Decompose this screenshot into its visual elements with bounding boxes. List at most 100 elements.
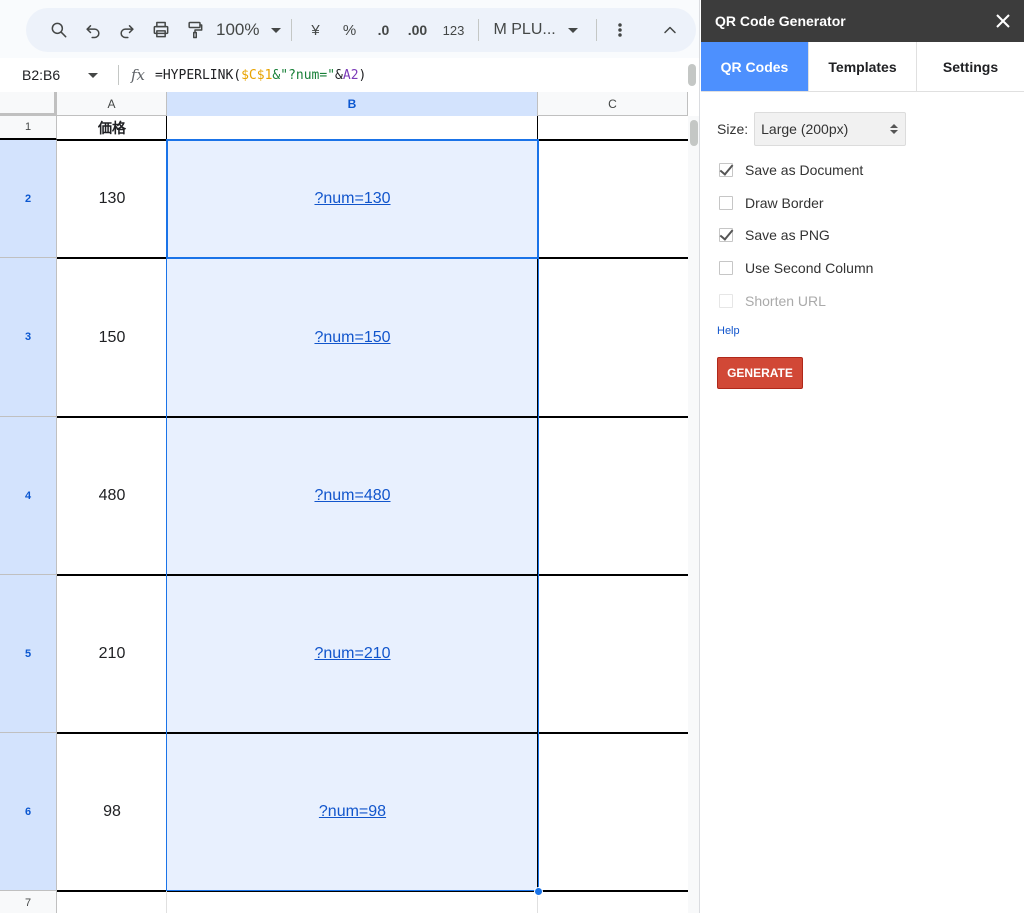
cell-b4[interactable]: ?num=480 (167, 417, 538, 575)
column-header-c[interactable]: C (538, 92, 688, 116)
chevron-up-icon[interactable] (653, 14, 687, 46)
row-header-6[interactable]: 6 (0, 733, 57, 891)
cell-a4[interactable]: 480 (57, 417, 167, 575)
checkbox[interactable] (719, 261, 733, 276)
tab-qr-codes[interactable]: QR Codes (701, 42, 809, 91)
cell-border (57, 890, 688, 892)
app-window: 100% ¥ % .0 .00 123 M PLU... B2:B6 fx =H… (0, 0, 1024, 913)
cell-a6[interactable]: 98 (57, 733, 167, 891)
undo-icon[interactable] (76, 14, 110, 46)
checkbox[interactable] (719, 195, 733, 210)
select-all-corner[interactable] (0, 92, 57, 116)
hyperlink[interactable]: ?num=480 (314, 487, 390, 505)
name-box[interactable]: B2:B6 (0, 58, 118, 92)
decrease-decimal-button[interactable]: .0 (366, 14, 400, 46)
cell-b6[interactable]: ?num=98 (167, 733, 538, 891)
hyperlink[interactable]: ?num=98 (319, 803, 386, 821)
generate-button[interactable]: GENERATE (717, 356, 803, 389)
font-value: M PLU... (493, 21, 556, 38)
row-header-7[interactable]: 7 (0, 891, 57, 913)
formula-input[interactable]: =HYPERLINK($C$1&"?num="&A2) (155, 68, 366, 83)
formula-part: =HYPERLINK( (155, 67, 242, 83)
scrollbar-thumb[interactable] (690, 120, 698, 146)
hyperlink[interactable]: ?num=210 (314, 645, 390, 663)
size-row: Size: Large (200px) (717, 112, 1008, 146)
option-use-second-column[interactable]: Use Second Column (717, 252, 1008, 285)
currency-format-button[interactable]: ¥ (298, 14, 332, 46)
close-icon[interactable] (992, 10, 1014, 32)
select-arrows-icon (890, 124, 899, 134)
row-header-1[interactable]: 1 (0, 116, 57, 140)
sidebar-header: QR Code Generator (701, 0, 1024, 42)
print-icon[interactable] (144, 14, 178, 46)
tab-settings[interactable]: Settings (917, 42, 1024, 91)
cell-b5[interactable]: ?num=210 (167, 575, 538, 733)
formula-bar-scrollbar[interactable] (688, 64, 696, 86)
toolbar-divider (291, 19, 293, 41)
increase-decimal-button[interactable]: .00 (400, 14, 434, 46)
option-label: Save as Document (745, 162, 864, 179)
cell-b3[interactable]: ?num=150 (167, 258, 538, 417)
function-icon: fx (131, 66, 146, 84)
cell-border (57, 257, 688, 259)
option-shorten-url: Shorten URL (717, 284, 1008, 317)
increase-decimal-label: .00 (407, 22, 428, 38)
formula-part: & (335, 67, 343, 83)
checkbox[interactable] (719, 228, 733, 243)
name-box-value: B2:B6 (22, 67, 61, 83)
hyperlink[interactable]: ?num=130 (314, 190, 390, 208)
cell-border (57, 416, 688, 418)
option-draw-border[interactable]: Draw Border (717, 187, 1008, 220)
option-save-as-document[interactable]: Save as Document (717, 154, 1008, 187)
percent-format-button[interactable]: % (332, 14, 366, 46)
column-headers: A B C (0, 92, 688, 116)
column-header-a[interactable]: A (57, 92, 167, 116)
formula-bar-divider (118, 65, 119, 85)
sidebar-tabs: QR Codes Templates Settings (701, 42, 1024, 92)
chevron-down-icon (88, 72, 99, 78)
option-save-as-png[interactable]: Save as PNG (717, 219, 1008, 252)
cell-a5[interactable]: 210 (57, 575, 167, 733)
option-label: Use Second Column (745, 260, 874, 277)
row-header-4[interactable]: 4 (0, 417, 57, 575)
formula-part: A2 (342, 67, 359, 83)
tab-templates[interactable]: Templates (809, 42, 917, 91)
cell-a1[interactable]: 価格 (57, 116, 167, 140)
paint-format-icon[interactable] (178, 14, 212, 46)
font-select[interactable]: M PLU... (485, 14, 581, 46)
row-header-2[interactable]: 2 (0, 140, 57, 258)
option-label: Save as PNG (745, 227, 830, 244)
toolbar: 100% ¥ % .0 .00 123 M PLU... (26, 8, 696, 52)
column-header-b[interactable]: B (167, 92, 538, 116)
cell-a2[interactable]: 130 (57, 140, 167, 258)
fill-handle[interactable] (534, 887, 543, 896)
zoom-select[interactable]: 100% (212, 14, 285, 46)
search-icon[interactable] (42, 14, 76, 46)
checkbox[interactable] (719, 163, 733, 178)
cell-b2[interactable]: ?num=130 (167, 140, 538, 258)
size-label: Size: (717, 121, 749, 137)
cell-border (166, 116, 167, 891)
formula-part: $C$1 (241, 67, 273, 83)
row-header-3[interactable]: 3 (0, 258, 57, 417)
cell-a3[interactable]: 150 (57, 258, 167, 417)
cell-border (57, 574, 688, 576)
help-link[interactable]: Help (717, 325, 740, 337)
hyperlink[interactable]: ?num=150 (314, 329, 390, 347)
qr-sidebar: QR Code Generator QR Codes Templates Set… (701, 0, 1024, 913)
option-label: Draw Border (745, 194, 824, 211)
formula-part: &"?num=" (272, 67, 336, 83)
vertical-scrollbar[interactable] (688, 116, 699, 913)
chevron-down-icon (271, 27, 282, 33)
more-vert-icon[interactable] (603, 14, 637, 46)
spreadsheet-area: 100% ¥ % .0 .00 123 M PLU... B2:B6 fx =H… (0, 0, 700, 913)
sidebar-title: QR Code Generator (715, 13, 846, 29)
sidebar-body: Size: Large (200px) Save as Document Draw… (701, 112, 1024, 389)
number-format-button[interactable]: 123 (434, 14, 472, 46)
option-label: Shorten URL (745, 292, 826, 309)
redo-icon[interactable] (110, 14, 144, 46)
row-header-5[interactable]: 5 (0, 575, 57, 733)
size-select[interactable]: Large (200px) (754, 112, 907, 146)
toolbar-divider (478, 19, 480, 41)
chevron-down-icon (567, 27, 578, 33)
